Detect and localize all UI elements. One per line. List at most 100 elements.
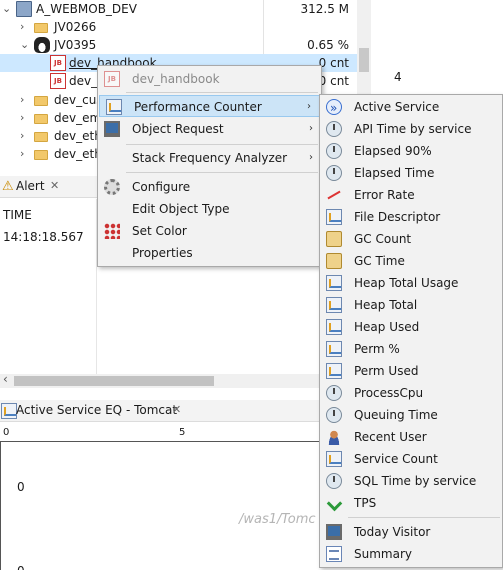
- gear-icon: [104, 179, 120, 195]
- scroll-left-icon[interactable]: ‹: [3, 372, 8, 386]
- menu-header-label: dev_handbook: [132, 72, 220, 86]
- menu-item-properties[interactable]: Properties: [98, 242, 321, 264]
- menu-item-elapsed-90[interactable]: Elapsed 90%: [320, 140, 502, 162]
- tree-label: JV0395: [54, 38, 97, 52]
- error-rate-icon: [326, 187, 342, 203]
- expand-chevron-icon[interactable]: ›: [20, 127, 24, 145]
- menu-item-api-time-by-service[interactable]: API Time by service: [320, 118, 502, 140]
- chart-icon: [326, 297, 342, 313]
- tree-value: 0 cnt: [318, 56, 349, 70]
- gc-icon: [326, 253, 342, 269]
- gc-icon: [326, 231, 342, 247]
- scrollbar-thumb[interactable]: [359, 48, 369, 72]
- menu-item-tps[interactable]: TPS: [320, 492, 502, 514]
- menu-item-processcpu[interactable]: ProcessCpu: [320, 382, 502, 404]
- menu-item-service-count[interactable]: Service Count: [320, 448, 502, 470]
- tree-row-server[interactable]: ⌄ A_WEBMOB_DEV 312.5 M: [0, 0, 357, 18]
- tree-row-jv0266[interactable]: › JV0266: [0, 18, 357, 36]
- collapse-chevron-icon[interactable]: ⌄: [2, 0, 11, 18]
- menu-item-label: Properties: [132, 246, 193, 260]
- menu-item-edit-object-type[interactable]: Edit Object Type: [98, 198, 321, 220]
- tree-value: 0 cnt: [318, 74, 349, 88]
- menu-item-label: API Time by service: [354, 122, 472, 136]
- menu-item-label: Heap Total: [354, 298, 418, 312]
- menu-item-today-visitor[interactable]: Today Visitor: [320, 521, 502, 543]
- menu-header: JB dev_handbook: [98, 68, 321, 90]
- jb-object-icon: JB: [50, 55, 66, 71]
- ruler-label: 5: [179, 427, 186, 438]
- menu-item-configure[interactable]: Configure: [98, 176, 321, 198]
- axis-label: 4: [394, 70, 402, 84]
- column-header-time[interactable]: TIME: [3, 208, 32, 222]
- menu-item-label: GC Count: [354, 232, 412, 246]
- menu-item-elapsed-time[interactable]: Elapsed Time: [320, 162, 502, 184]
- menu-item-file-descriptor[interactable]: File Descriptor: [320, 206, 502, 228]
- menu-item-error-rate[interactable]: Error Rate: [320, 184, 502, 206]
- menu-item-perm-used[interactable]: Perm Used: [320, 360, 502, 382]
- menu-item-performance-counter[interactable]: Performance Counter ›: [99, 95, 320, 117]
- clock-icon: [326, 473, 342, 489]
- menu-item-label: Elapsed 90%: [354, 144, 432, 158]
- menu-item-active-service[interactable]: Active Service: [320, 96, 502, 119]
- clock-icon: [326, 385, 342, 401]
- linux-icon: [34, 37, 50, 53]
- menu-item-label: Configure: [132, 180, 191, 194]
- chart-icon: [326, 275, 342, 291]
- chart-icon: [326, 363, 342, 379]
- menu-item-stack-frequency-analyzer[interactable]: Stack Frequency Analyzer ›: [98, 147, 321, 169]
- menu-item-queuing-time[interactable]: Queuing Time: [320, 404, 502, 426]
- tab-active-service-eq[interactable]: Active Service EQ - Tomcat: [16, 403, 177, 417]
- close-icon[interactable]: ✕: [172, 403, 181, 416]
- menu-item-label: Heap Total Usage: [354, 276, 459, 290]
- menu-item-perm-percent[interactable]: Perm %: [320, 338, 502, 360]
- jb-object-icon: JB: [50, 73, 66, 89]
- submenu-arrow-icon: ›: [309, 152, 313, 163]
- y-axis-label: 0: [17, 480, 25, 494]
- service-count-icon: [326, 451, 342, 467]
- tree-value: 312.5 M: [300, 2, 349, 16]
- table-cell-time[interactable]: 14:18:18.567: [3, 230, 84, 244]
- menu-separator: [348, 517, 500, 518]
- expand-chevron-icon[interactable]: ›: [20, 109, 24, 127]
- menu-item-set-color[interactable]: Set Color: [98, 220, 321, 242]
- scrollbar-thumb[interactable]: [14, 376, 214, 386]
- close-icon[interactable]: ✕: [50, 179, 59, 192]
- server-icon: [16, 1, 32, 17]
- menu-item-gc-count[interactable]: GC Count: [320, 228, 502, 250]
- expand-chevron-icon[interactable]: ›: [20, 145, 24, 163]
- context-menu: JB dev_handbook Performance Counter › Ob…: [97, 65, 322, 267]
- performance-counter-submenu: Active Service API Time by service Elaps…: [319, 94, 503, 568]
- user-icon: [326, 429, 342, 445]
- tree-label: JV0266: [54, 20, 97, 34]
- menu-item-label: Set Color: [132, 224, 187, 238]
- menu-item-gc-time[interactable]: GC Time: [320, 250, 502, 272]
- submenu-arrow-icon: ›: [307, 101, 311, 112]
- clock-icon: [326, 407, 342, 423]
- menu-item-label: ProcessCpu: [354, 386, 424, 400]
- menu-item-label: Edit Object Type: [132, 202, 230, 216]
- menu-item-label: Performance Counter: [134, 100, 262, 114]
- menu-item-heap-total-usage[interactable]: Heap Total Usage: [320, 272, 502, 294]
- menu-separator: [126, 92, 318, 93]
- tree-row-jv0395[interactable]: ⌄ JV0395 0.65 %: [0, 36, 357, 54]
- menu-item-heap-total[interactable]: Heap Total: [320, 294, 502, 316]
- menu-item-object-request[interactable]: Object Request ›: [98, 118, 321, 140]
- tree-value: 0.65 %: [307, 38, 349, 52]
- chart-icon: [1, 403, 17, 419]
- menu-item-heap-used[interactable]: Heap Used: [320, 316, 502, 338]
- menu-item-label: GC Time: [354, 254, 405, 268]
- submenu-arrow-icon: ›: [309, 123, 313, 134]
- menu-item-sql-time-by-service[interactable]: SQL Time by service: [320, 470, 502, 492]
- menu-item-label: Recent User: [354, 430, 427, 444]
- menu-item-label: Object Request: [132, 122, 224, 136]
- tab-alert[interactable]: Alert: [16, 179, 45, 193]
- collapse-chevron-icon[interactable]: ⌄: [20, 36, 29, 54]
- expand-chevron-icon[interactable]: ›: [20, 18, 24, 36]
- menu-item-label: Perm Used: [354, 364, 419, 378]
- expand-chevron-icon[interactable]: ›: [20, 91, 24, 109]
- tree-label: A_WEBMOB_DEV: [36, 2, 137, 16]
- clock-icon: [326, 121, 342, 137]
- menu-item-recent-user[interactable]: Recent User: [320, 426, 502, 448]
- folder-icon: [34, 23, 48, 33]
- menu-item-summary[interactable]: Summary: [320, 543, 502, 565]
